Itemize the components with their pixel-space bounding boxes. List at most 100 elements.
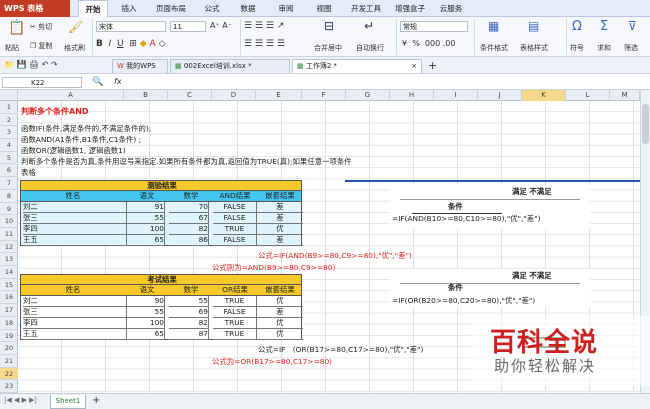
table2-cell[interactable]: 李四 [23, 318, 127, 329]
format-painter-label[interactable]: 格式刷 [64, 43, 85, 53]
row-header[interactable]: 11 [0, 228, 18, 241]
table2-cell[interactable]: 69 [169, 307, 209, 318]
row-header[interactable]: 6 [0, 164, 18, 178]
row-header[interactable]: 21 [0, 355, 18, 368]
row-header[interactable]: 5 [0, 152, 18, 165]
comma-icon[interactable]: 000 [425, 39, 440, 48]
table-style-label[interactable]: 表格样式 [520, 43, 548, 53]
row-header[interactable]: 3 [0, 126, 18, 140]
row-header[interactable]: 14 [0, 266, 18, 279]
save-icon[interactable]: 💾 [17, 60, 27, 69]
table1-cell[interactable]: 差 [257, 235, 303, 246]
menu-cloud-service[interactable]: 云服务 [436, 0, 466, 17]
menu-insert[interactable]: 插入 [116, 0, 142, 17]
filter-icon[interactable]: ⊽ [628, 19, 637, 33]
column-header[interactable]: D [212, 90, 256, 101]
formula-input[interactable] [134, 77, 634, 88]
menu-view[interactable]: 视图 [312, 0, 336, 17]
table2-cell[interactable]: 90 [125, 296, 165, 307]
copy-button[interactable]: ❐ 复制 [30, 41, 53, 51]
name-box[interactable]: K22 [2, 77, 82, 88]
wrap-text-icon[interactable]: ↵ [364, 19, 374, 33]
italic-icon[interactable]: I [109, 39, 112, 49]
align-bottom-icon[interactable]: ☰ [266, 21, 274, 31]
format-painter-icon[interactable]: 🖌 [68, 20, 83, 34]
tab-excel-training[interactable]: ▦ 002Excel培训.xlsx * [170, 59, 290, 73]
menu-data[interactable]: 数据 [236, 0, 260, 17]
table2-cell[interactable]: 65 [125, 329, 165, 340]
row-header[interactable]: 16 [0, 291, 18, 305]
table2-cell[interactable]: 优 [257, 296, 303, 307]
menu-formula[interactable]: 公式 [200, 0, 224, 17]
row-header[interactable]: 20 [0, 342, 18, 355]
row-header[interactable]: 4 [0, 139, 18, 152]
table1-cell[interactable]: 86 [169, 235, 209, 246]
sum-icon[interactable]: Σ [600, 19, 608, 34]
wps-app-button[interactable]: WPS 表格 [0, 0, 70, 17]
table2-cell[interactable]: 优 [257, 318, 303, 329]
percent-icon[interactable]: % [412, 39, 420, 48]
table1-cell[interactable]: FALSE [213, 202, 257, 213]
underline-icon[interactable]: U [117, 39, 124, 49]
table1-cell[interactable]: FALSE [213, 213, 257, 224]
symbol-label[interactable]: 符号 [570, 43, 584, 53]
table1-cell[interactable]: 67 [169, 213, 209, 224]
justify-icon[interactable]: ☰ [277, 39, 285, 49]
column-header[interactable]: F [302, 90, 346, 101]
scrollbar-thumb[interactable] [642, 104, 649, 144]
table1-cell[interactable]: 优 [257, 224, 303, 235]
table2-cell[interactable]: TRUE [213, 296, 257, 307]
conditional-format-label[interactable]: 条件格式 [480, 43, 508, 53]
row-header[interactable]: 23 [0, 380, 18, 393]
table1-cell[interactable]: FALSE [213, 235, 257, 246]
column-header[interactable]: C [168, 90, 212, 101]
orientation-icon[interactable]: ↗ [277, 21, 285, 31]
table2-cell[interactable]: 55 [169, 296, 209, 307]
align-center-icon[interactable]: ☰ [255, 39, 263, 49]
row-header[interactable]: 19 [0, 330, 18, 343]
table1-cell[interactable]: 张三 [23, 213, 127, 224]
font-size-select[interactable]: 11 [170, 21, 206, 32]
merge-center-icon[interactable]: ⊟ [324, 19, 334, 33]
row-header[interactable]: 1 [0, 101, 18, 114]
symbol-icon[interactable]: Ω [572, 19, 582, 34]
align-right-icon[interactable]: ☰ [266, 39, 274, 49]
table2-cell[interactable]: FALSE [213, 307, 257, 318]
zoom-search-icon[interactable]: 🔍 [92, 77, 103, 87]
menu-developer[interactable]: 开发工具 [348, 0, 384, 17]
table1-cell[interactable]: 82 [169, 224, 209, 235]
sheet-nav-arrows[interactable]: |◀ ◀ ▶ ▶| [4, 396, 37, 404]
redo-icon[interactable]: ↷ [51, 60, 58, 69]
font-color-icon[interactable]: A [150, 39, 156, 49]
print-icon[interactable]: 🖨 [29, 60, 39, 69]
bold-icon[interactable]: B [96, 39, 103, 49]
wrap-text-label[interactable]: 自动换行 [356, 43, 384, 53]
menu-enhance-box[interactable]: 增强盒子 [392, 0, 428, 17]
row-header[interactable]: 10 [0, 215, 18, 228]
table2-cell[interactable]: 刘二 [23, 296, 127, 307]
add-tab-button[interactable]: + [428, 59, 437, 72]
table2-cell[interactable]: TRUE [213, 318, 257, 329]
function-icon[interactable]: fx [114, 77, 122, 86]
table1-cell[interactable]: 55 [125, 213, 165, 224]
align-left-icon[interactable]: ☰ [244, 39, 252, 49]
align-top-icon[interactable]: ☰ [244, 21, 252, 31]
align-middle-icon[interactable]: ☰ [255, 21, 263, 31]
column-header-selected[interactable]: K [522, 90, 566, 101]
undo-icon[interactable]: ↶ [42, 60, 49, 69]
menu-page-layout[interactable]: 页面布局 [150, 0, 192, 17]
table2-cell[interactable]: 55 [125, 307, 165, 318]
table1-cell[interactable]: 65 [125, 235, 165, 246]
table1-cell[interactable]: 差 [257, 202, 303, 213]
add-sheet-button[interactable]: + [92, 395, 100, 406]
row-header-selected[interactable]: 22 [0, 367, 18, 381]
row-header[interactable]: 13 [0, 253, 18, 267]
column-header[interactable]: G [346, 90, 390, 101]
column-header[interactable]: H [390, 90, 434, 101]
table1-cell[interactable]: 70 [169, 202, 209, 213]
column-header[interactable]: E [256, 90, 302, 101]
row-header[interactable]: 17 [0, 304, 18, 317]
column-header[interactable]: J [478, 90, 522, 101]
row-header[interactable]: 18 [0, 317, 18, 330]
currency-icon[interactable]: ¥ [402, 39, 407, 48]
